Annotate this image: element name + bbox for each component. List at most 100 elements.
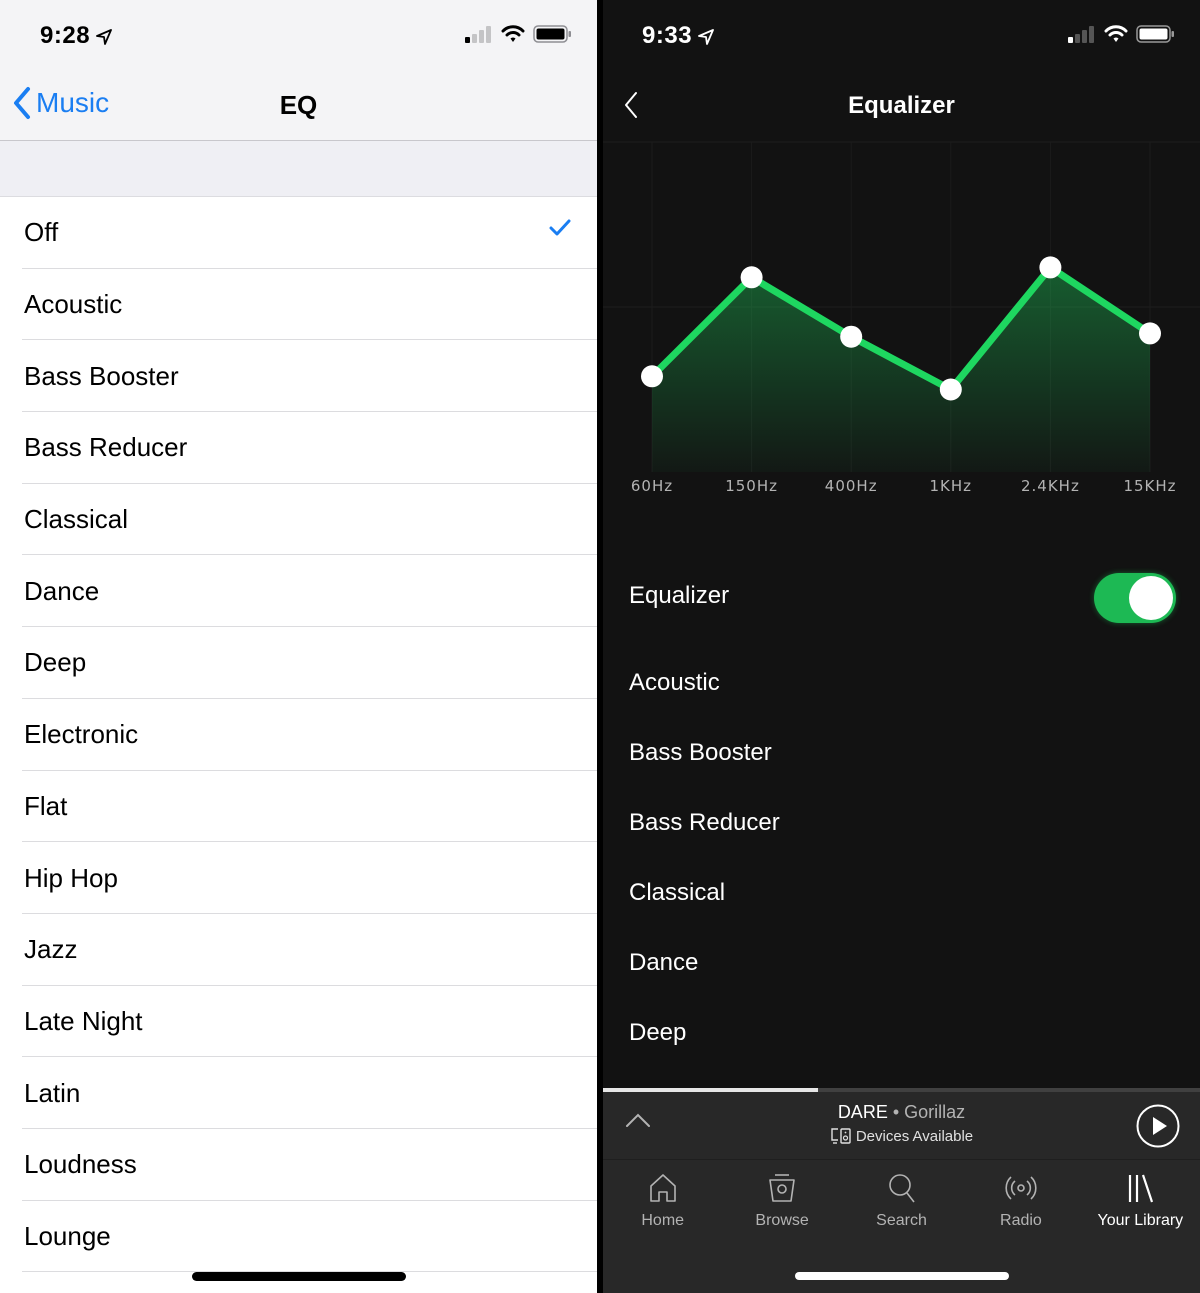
equalizer-toggle-label: Equalizer xyxy=(629,582,730,609)
preset-item[interactable]: Bass Booster xyxy=(603,718,1200,788)
equalizer-toggle[interactable] xyxy=(1094,573,1176,623)
track-artist: Gorillaz xyxy=(904,1102,966,1122)
devices-available-label: Devices Available xyxy=(855,1127,974,1145)
x-tick-label: 150Hz xyxy=(725,477,778,495)
x-tick-label: 15KHz xyxy=(1123,477,1176,495)
search-icon xyxy=(888,1174,915,1203)
devices-icon xyxy=(831,1128,851,1144)
radio-icon xyxy=(1005,1176,1037,1200)
eq-preset-item[interactable]: Flat xyxy=(0,771,597,843)
status-icons xyxy=(465,24,573,44)
eq-preset-label: Bass Booster xyxy=(24,360,179,391)
location-arrow-icon xyxy=(698,28,714,45)
home-indicator[interactable] xyxy=(192,1272,406,1281)
preset-item[interactable]: Deep xyxy=(603,998,1200,1068)
library-icon xyxy=(1129,1174,1154,1203)
eq-preset-label: Classical xyxy=(24,504,129,535)
eq-preset-label: Lounge xyxy=(24,1220,111,1251)
now-playing-title-line: DARE • Gorillaz xyxy=(603,1102,1200,1123)
eq-preset-label: Late Night xyxy=(24,1005,143,1036)
eq-preset-item[interactable]: Dance xyxy=(0,555,597,627)
browse-icon xyxy=(769,1174,795,1202)
eq-preset-label: Flat xyxy=(24,790,68,821)
eq-preset-label: Dance xyxy=(24,575,100,606)
eq-preset-item[interactable]: Latin xyxy=(0,1057,597,1129)
page-title: EQ xyxy=(279,90,318,120)
eq-band-handle[interactable] xyxy=(641,365,663,388)
spotify-equalizer-screen: 9:33 Equalizer 60Hz 150Hz 400Hz 1KHz 2.4… xyxy=(603,0,1200,1293)
eq-preset-item[interactable]: Classical xyxy=(0,484,597,556)
eq-band-handle[interactable] xyxy=(1039,256,1062,279)
eq-preset-item[interactable]: Electronic xyxy=(0,699,597,771)
mini-player[interactable]: DARE • Gorillaz Devices Available xyxy=(603,1092,1200,1160)
wifi-icon xyxy=(1104,25,1128,42)
ios-eq-screen: 9:28 Music EQ Off Acoustic Bass Booster … xyxy=(0,0,597,1293)
eq-preset-item[interactable]: Loudness xyxy=(0,1129,597,1201)
eq-band-handle[interactable] xyxy=(740,266,763,289)
equalizer-chart-svg[interactable]: 60Hz 150Hz 400Hz 1KHz 2.4KHz 15KHz xyxy=(603,140,1200,510)
navigation-bar: Music EQ xyxy=(0,70,597,141)
section-spacer xyxy=(0,141,597,197)
eq-preset-item[interactable]: Late Night xyxy=(0,986,597,1058)
eq-preset-label: Hip Hop xyxy=(24,862,118,893)
eq-band-handle[interactable] xyxy=(939,378,962,401)
eq-preset-label: Off xyxy=(24,217,59,248)
eq-preset-label: Acoustic xyxy=(24,289,123,320)
eq-preset-label: Jazz xyxy=(24,934,78,965)
eq-band-handle[interactable] xyxy=(840,325,863,348)
tab-home[interactable]: Home xyxy=(603,1160,722,1293)
equalizer-chart[interactable]: 60Hz 150Hz 400Hz 1KHz 2.4KHz 15KHz xyxy=(603,140,1200,510)
x-tick-label: 60Hz xyxy=(631,477,673,495)
eq-preset-item[interactable]: Hip Hop xyxy=(0,842,597,914)
checkmark-icon xyxy=(549,219,571,236)
tab-label: Your Library xyxy=(1097,1212,1184,1229)
eq-preset-label: Deep xyxy=(24,647,87,678)
x-tick-label: 1KHz xyxy=(930,477,973,495)
wifi-icon xyxy=(501,25,525,42)
tab-label: Home xyxy=(641,1212,685,1229)
play-icon xyxy=(1136,1104,1180,1148)
tab-label: Browse xyxy=(755,1212,809,1229)
eq-preset-item[interactable]: Deep xyxy=(0,627,597,699)
track-title: DARE xyxy=(837,1102,888,1122)
toggle-knob xyxy=(1129,576,1173,620)
signal-icon xyxy=(465,26,491,43)
tab-label: Search xyxy=(876,1212,927,1229)
eq-preset-label: Loudness xyxy=(24,1149,137,1180)
eq-preset-item[interactable]: Bass Booster xyxy=(0,340,597,412)
eq-preset-item[interactable]: Acoustic xyxy=(0,269,597,341)
home-indicator[interactable] xyxy=(795,1272,1009,1280)
play-button[interactable] xyxy=(1136,1104,1180,1153)
devices-available-button[interactable]: Devices Available xyxy=(830,1127,973,1145)
preset-item[interactable]: Dance xyxy=(603,928,1200,998)
status-time: 9:33 xyxy=(642,22,714,50)
status-time: 9:28 xyxy=(40,22,112,50)
eq-preset-list: Off Acoustic Bass Booster Bass Reducer Class… xyxy=(0,197,597,1273)
location-arrow-icon xyxy=(96,28,112,45)
preset-item[interactable]: Bass Reducer xyxy=(603,788,1200,858)
eq-preset-item[interactable]: Bass Reducer xyxy=(0,412,597,484)
equalizer-toggle-row: Equalizer xyxy=(603,566,1200,628)
home-icon xyxy=(649,1174,676,1202)
eq-band-handle[interactable] xyxy=(1139,322,1161,345)
x-tick-label: 2.4KHz xyxy=(1021,477,1080,495)
x-tick-label: 400Hz xyxy=(825,477,878,495)
status-icons xyxy=(1068,24,1176,44)
preset-list: Acoustic Bass Booster Bass Reducer Classica… xyxy=(603,648,1200,1068)
eq-preset-label: Electronic xyxy=(24,719,139,750)
eq-preset-item[interactable]: Jazz xyxy=(0,914,597,986)
eq-preset-label: Latin xyxy=(24,1077,81,1108)
preset-item[interactable]: Classical xyxy=(603,858,1200,928)
tab-your-library[interactable]: Your Library xyxy=(1081,1160,1200,1293)
tab-label: Radio xyxy=(1000,1212,1042,1229)
page-title: Equalizer xyxy=(848,92,955,119)
eq-preset-item[interactable]: Off xyxy=(0,197,597,269)
status-time-text: 9:33 xyxy=(642,22,693,49)
eq-preset-item[interactable]: Lounge xyxy=(0,1201,597,1273)
status-time-text: 9:28 xyxy=(40,22,91,49)
battery-icon xyxy=(1136,25,1174,43)
title-separator: • xyxy=(892,1102,900,1122)
signal-icon xyxy=(1068,26,1094,43)
preset-item[interactable]: Acoustic xyxy=(603,648,1200,718)
eq-preset-label: Bass Reducer xyxy=(24,432,188,463)
